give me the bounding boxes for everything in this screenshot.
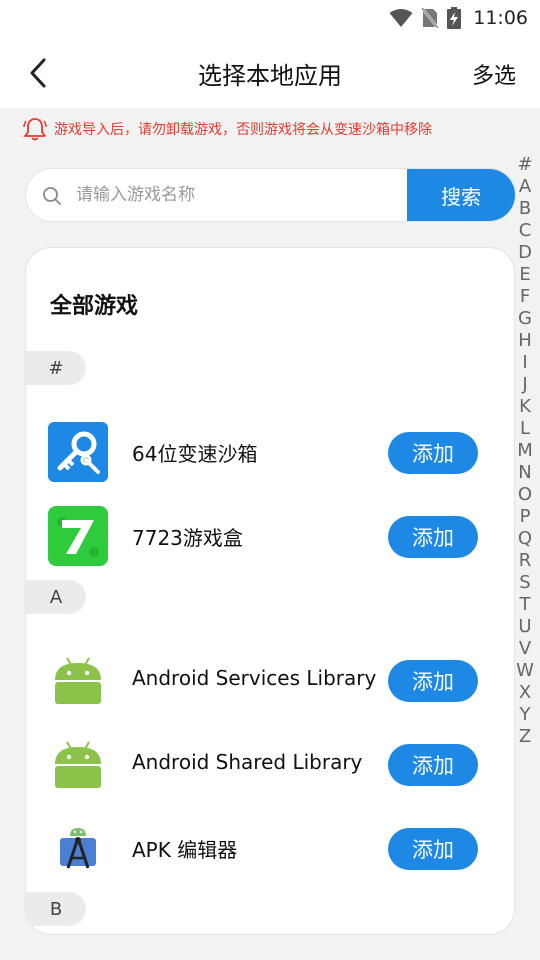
app-name: Android Services Library [132, 666, 377, 690]
index-letter[interactable]: R [519, 550, 532, 572]
no-sim-icon [421, 7, 440, 29]
index-letter[interactable]: X [519, 682, 531, 704]
index-letter[interactable]: N [518, 462, 531, 484]
index-letter[interactable]: # [517, 154, 532, 176]
wifi-icon [389, 9, 413, 27]
section-title: 全部游戏 [50, 294, 139, 319]
index-letter[interactable]: E [519, 264, 530, 286]
index-letter[interactable]: A [519, 176, 531, 198]
index-letter[interactable]: K [519, 396, 531, 418]
index-letter[interactable]: B [519, 198, 531, 220]
warning-text: 游戏导入后，请勿卸载游戏，否则游戏将会从变速沙箱中移除 [54, 122, 432, 138]
index-letter[interactable]: U [518, 616, 531, 638]
index-letter[interactable]: Y [520, 704, 531, 726]
index-letter[interactable]: H [518, 330, 532, 352]
index-letter[interactable]: Z [519, 726, 531, 748]
index-letter[interactable]: Q [518, 528, 532, 550]
add-button[interactable]: 添加 [388, 432, 478, 474]
index-letter[interactable]: C [519, 220, 532, 242]
app-name: 64位变速沙箱 [132, 442, 258, 466]
android-icon [48, 734, 108, 794]
index-letter[interactable]: D [518, 242, 532, 264]
clock: 11:06 [473, 7, 528, 29]
status-icons: 11:06 [389, 6, 528, 30]
letter-header-b: B [26, 892, 86, 926]
search-icon [43, 187, 61, 205]
app-row: Android Services Library 添加 [26, 644, 514, 716]
app-row: APK 编辑器 添加 [26, 812, 514, 884]
bell-icon [23, 118, 47, 141]
app-name: 7723游戏盒 [132, 526, 243, 550]
search-bar: 搜索 [25, 168, 516, 222]
alphabet-index[interactable]: # A B C D E F G H I J K L M N O P Q R S T U V W X Y Z [514, 154, 536, 748]
index-letter[interactable]: S [519, 572, 530, 594]
page-title: 选择本地应用 [198, 62, 342, 90]
search-input[interactable] [76, 169, 426, 221]
android-studio-icon [48, 818, 108, 878]
android-icon [48, 650, 108, 710]
multi-select-button[interactable]: 多选 [472, 58, 516, 90]
app-row: Android Shared Library 添加 [26, 728, 514, 800]
add-button[interactable]: 添加 [388, 516, 478, 558]
search-button[interactable]: 搜索 [407, 169, 515, 221]
index-letter[interactable]: T [520, 594, 531, 616]
index-letter[interactable]: P [520, 506, 531, 528]
index-letter[interactable]: O [518, 484, 532, 506]
index-letter[interactable]: L [520, 418, 530, 440]
letter-header-a: A [26, 580, 86, 614]
add-button[interactable]: 添加 [388, 660, 478, 702]
letter-header-hash: # [26, 351, 86, 385]
index-letter[interactable]: V [519, 638, 531, 660]
green-seven-icon [48, 506, 108, 566]
app-name: APK 编辑器 [132, 838, 238, 862]
game-list-card: 全部游戏 # 64位变速沙箱 添加 7723游戏盒 添加 A Android S… [25, 247, 515, 935]
title-bar: 选择本地应用 多选 [0, 38, 540, 108]
key-wrench-icon [48, 422, 108, 482]
app-row: 64位变速沙箱 添加 [26, 416, 514, 488]
index-letter[interactable]: W [516, 660, 534, 682]
warning-banner: 游戏导入后，请勿卸载游戏，否则游戏将会从变速沙箱中移除 [22, 114, 432, 144]
battery-charging-icon [447, 7, 462, 29]
index-letter[interactable]: G [518, 308, 532, 330]
add-button[interactable]: 添加 [388, 828, 478, 870]
app-row: 7723游戏盒 添加 [26, 500, 514, 572]
index-letter[interactable]: M [517, 440, 533, 462]
status-bar: 11:06 [0, 0, 540, 38]
index-letter[interactable]: F [520, 286, 530, 308]
index-letter[interactable]: J [522, 374, 527, 396]
index-letter[interactable]: I [522, 352, 527, 374]
app-name: Android Shared Library [132, 750, 363, 774]
add-button[interactable]: 添加 [388, 744, 478, 786]
